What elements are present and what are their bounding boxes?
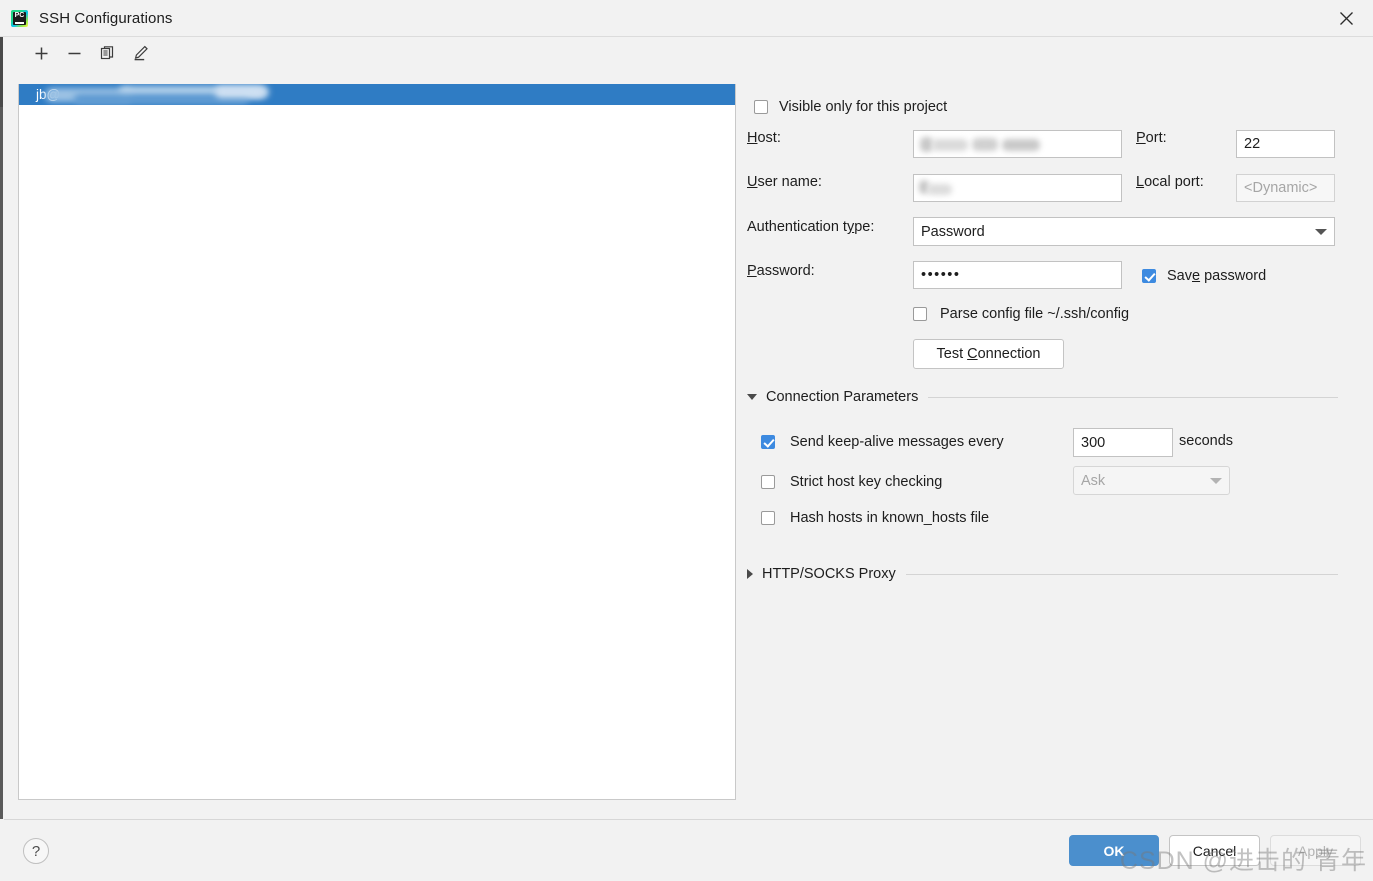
pencil-icon (134, 45, 148, 61)
port-label-wrap: Port: (1136, 130, 1167, 146)
host-input[interactable] (913, 130, 1122, 158)
port-value: 22 (1244, 136, 1261, 152)
port-input[interactable]: 22 (1236, 130, 1335, 158)
keepalive-label: Send keep-alive messages every (790, 434, 1004, 450)
host-label-wrap: Host: (747, 130, 781, 146)
port-label: Port: (1136, 130, 1167, 146)
visible-only-label: Visible only for this project (779, 99, 948, 115)
copy-icon (100, 45, 114, 59)
keepalive-unit-label: seconds (1179, 433, 1234, 449)
proxy-section-title: HTTP/SOCKS Proxy (762, 566, 896, 582)
plus-icon (35, 47, 48, 59)
test-connection-button[interactable]: Test Connection (913, 339, 1064, 369)
visible-only-checkbox[interactable] (754, 100, 768, 114)
keepalive-interval-value: 300 (1081, 434, 1106, 451)
chevron-down-icon[interactable] (747, 394, 757, 400)
save-password-label: Save password (1167, 268, 1267, 284)
help-label: ? (31, 842, 41, 860)
keepalive-row: Send keep-alive messages every (761, 434, 1004, 450)
localport-placeholder: <Dynamic> (1244, 180, 1318, 196)
ok-button[interactable]: OK (1069, 835, 1159, 866)
password-value: •••••• (921, 267, 961, 283)
add-configuration-button[interactable] (25, 40, 58, 66)
configuration-form: Visible only for this project Host: Port… (736, 37, 1373, 800)
dialog-body: jb@ Visible only for this project Host: (0, 37, 1373, 881)
parse-config-checkbox[interactable] (913, 307, 927, 321)
auth-type-value: Password (921, 223, 985, 240)
password-label-wrap: Password: (747, 263, 815, 279)
footer-buttons: OK Cancel Apply (1069, 835, 1361, 866)
proxy-section-header[interactable]: HTTP/SOCKS Proxy (747, 566, 1338, 582)
close-icon[interactable] (1319, 0, 1373, 36)
minus-icon (68, 52, 81, 54)
keepalive-checkbox[interactable] (761, 435, 775, 449)
chevron-down-icon (1315, 228, 1327, 235)
title-bar: PC SSH Configurations (0, 0, 1373, 37)
hash-hosts-row: Hash hosts in known_hosts file (761, 510, 989, 526)
visible-only-row: Visible only for this project (754, 99, 947, 115)
strict-host-key-checkbox[interactable] (761, 475, 775, 489)
strict-host-key-label: Strict host key checking (790, 474, 943, 490)
apply-label: Apply (1297, 842, 1334, 859)
save-password-checkbox[interactable] (1142, 269, 1156, 283)
password-input[interactable]: •••••• (913, 261, 1122, 289)
keepalive-unit-wrap: seconds (1179, 433, 1233, 449)
strict-host-key-value: Ask (1081, 472, 1106, 489)
strict-host-key-select[interactable]: Ask (1073, 466, 1230, 495)
auth-type-label-wrap: Authentication type: (747, 219, 874, 235)
list-toolbar (4, 37, 736, 69)
window-title: SSH Configurations (39, 9, 173, 27)
test-connection-label: Test Connection (936, 346, 1041, 362)
ssh-configurations-dialog: PC SSH Configurations Visible only for t… (0, 0, 1373, 881)
hash-hosts-checkbox[interactable] (761, 511, 775, 525)
localport-label: Local port: (1136, 174, 1204, 190)
section-divider (905, 573, 1338, 575)
configurations-list[interactable]: jb@ (18, 84, 736, 800)
remove-configuration-button[interactable] (58, 40, 91, 66)
strict-host-key-row: Strict host key checking (761, 474, 942, 490)
host-label: Host: (747, 130, 781, 146)
keepalive-interval-input[interactable]: 300 (1073, 428, 1173, 457)
edit-configuration-button[interactable] (124, 40, 157, 66)
password-label: Password: (747, 263, 815, 279)
username-label-wrap: User name: (747, 174, 822, 190)
help-button[interactable]: ? (23, 838, 49, 864)
left-edge-accent (0, 37, 3, 819)
username-label: User name: (747, 174, 822, 190)
cancel-label: Cancel (1192, 842, 1237, 859)
chevron-down-icon (1210, 477, 1222, 484)
copy-configuration-button[interactable] (91, 40, 124, 66)
ok-label: OK (1103, 842, 1125, 859)
connection-parameters-section-header[interactable]: Connection Parameters (747, 389, 1338, 405)
parse-config-row: Parse config file ~/.ssh/config (913, 306, 1129, 322)
dialog-footer: ? OK Cancel Apply CSDN @进击的 青年 (4, 819, 1373, 881)
hash-hosts-label: Hash hosts in known_hosts file (790, 510, 990, 526)
redaction-blur (215, 86, 265, 98)
section-divider (928, 396, 1338, 398)
chevron-right-icon[interactable] (747, 569, 753, 579)
apply-button: Apply (1270, 835, 1361, 866)
auth-type-select[interactable]: Password (913, 217, 1335, 246)
localport-label-wrap: Local port: (1136, 174, 1204, 190)
auth-type-label: Authentication type: (747, 219, 875, 235)
pycharm-icon: PC (11, 9, 28, 27)
localport-input[interactable]: <Dynamic> (1236, 174, 1335, 202)
configurations-pane: jb@ (4, 37, 736, 800)
list-item[interactable]: jb@ (19, 84, 735, 105)
username-input[interactable] (913, 174, 1122, 202)
parse-config-label: Parse config file ~/.ssh/config (940, 306, 1130, 322)
save-password-row: Save password (1142, 268, 1266, 284)
cancel-button[interactable]: Cancel (1169, 835, 1260, 866)
connection-parameters-title: Connection Parameters (766, 389, 919, 405)
